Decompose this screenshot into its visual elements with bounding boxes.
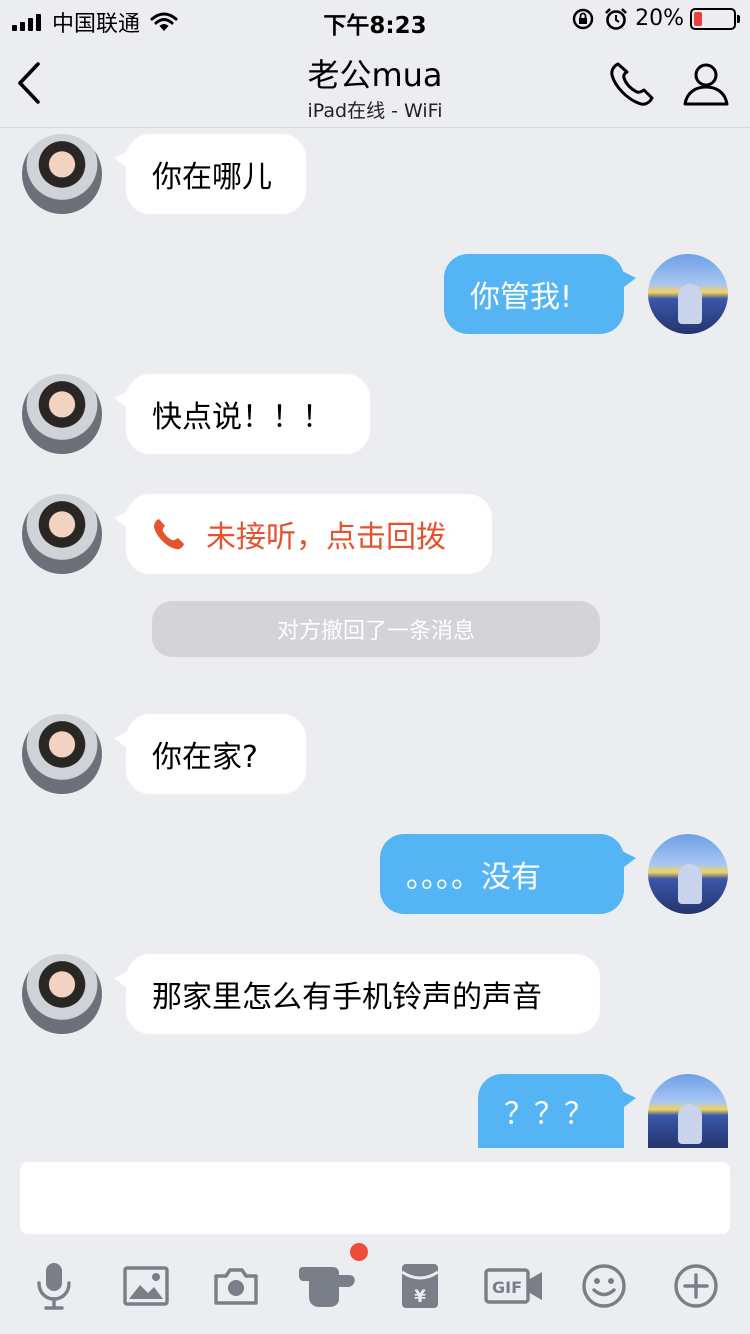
message-text: 那家里怎么有手机铃声的声音 <box>152 980 542 1015</box>
my-avatar[interactable] <box>648 1074 728 1148</box>
message-bubble-incoming[interactable]: 你在哪儿 <box>114 134 306 214</box>
message-bubble-incoming[interactable]: 你在家? <box>114 714 306 794</box>
message-bubble-outgoing[interactable]: 你管我! <box>444 254 636 334</box>
recall-notice-text: 对方撤回了一条消息 <box>276 619 475 644</box>
message-text: 你在家? <box>152 740 258 775</box>
missed-call-text: 未接听，点击回拨 <box>206 520 446 555</box>
emoji-icon[interactable] <box>574 1260 634 1312</box>
message-bubble-outgoing[interactable]: ？？？ <box>478 1074 636 1148</box>
my-avatar[interactable] <box>648 254 728 334</box>
battery-icon <box>690 7 740 30</box>
my-avatar[interactable] <box>648 834 728 914</box>
alarm-icon <box>605 7 628 30</box>
profile-icon[interactable] <box>680 58 732 110</box>
red-packet-icon[interactable]: ¥ <box>390 1260 450 1312</box>
camera-icon[interactable] <box>206 1260 266 1312</box>
microphone-icon[interactable] <box>24 1260 84 1312</box>
status-bar: 中国联通 下午8:23 20% <box>0 0 750 40</box>
message-input[interactable] <box>20 1162 730 1234</box>
contact-avatar[interactable] <box>22 134 102 214</box>
message-text: 你管我! <box>470 280 573 315</box>
missed-call-icon <box>154 519 184 550</box>
message-text: 。。。。没有 <box>406 860 541 895</box>
chat-header: 老公mua iPad在线 - WiFi <box>0 40 750 128</box>
plus-icon[interactable] <box>666 1260 726 1312</box>
contact-avatar[interactable] <box>22 954 102 1034</box>
input-toolbar: ¥ GIF <box>0 1250 750 1334</box>
message-bubble-incoming[interactable]: 那家里怎么有手机铃声的声音 <box>114 954 600 1034</box>
contact-avatar[interactable] <box>22 374 102 454</box>
missed-call-bubble[interactable]: 未接听，点击回拨 <box>114 494 492 574</box>
poke-icon[interactable] <box>296 1260 360 1312</box>
gif-label: GIF <box>492 1278 522 1297</box>
rotation-lock-icon <box>572 8 594 29</box>
red-packet-symbol: ¥ <box>414 1287 426 1307</box>
contact-avatar[interactable] <box>22 494 102 574</box>
recall-notice: 对方撤回了一条消息 <box>152 601 600 657</box>
battery-percentage: 20% <box>635 6 684 31</box>
gif-icon[interactable]: GIF <box>482 1260 546 1312</box>
contact-avatar[interactable] <box>22 714 102 794</box>
message-bubble-outgoing[interactable]: 。。。。没有 <box>380 834 636 914</box>
message-bubble-incoming[interactable]: 快点说！！！ <box>114 374 370 454</box>
phone-icon[interactable] <box>606 58 662 110</box>
message-text: 你在哪儿 <box>152 160 272 195</box>
message-text: ？？？ <box>504 1097 594 1132</box>
image-icon[interactable] <box>116 1260 176 1312</box>
message-text: 快点说！！！ <box>152 400 332 435</box>
notification-dot <box>350 1243 368 1261</box>
